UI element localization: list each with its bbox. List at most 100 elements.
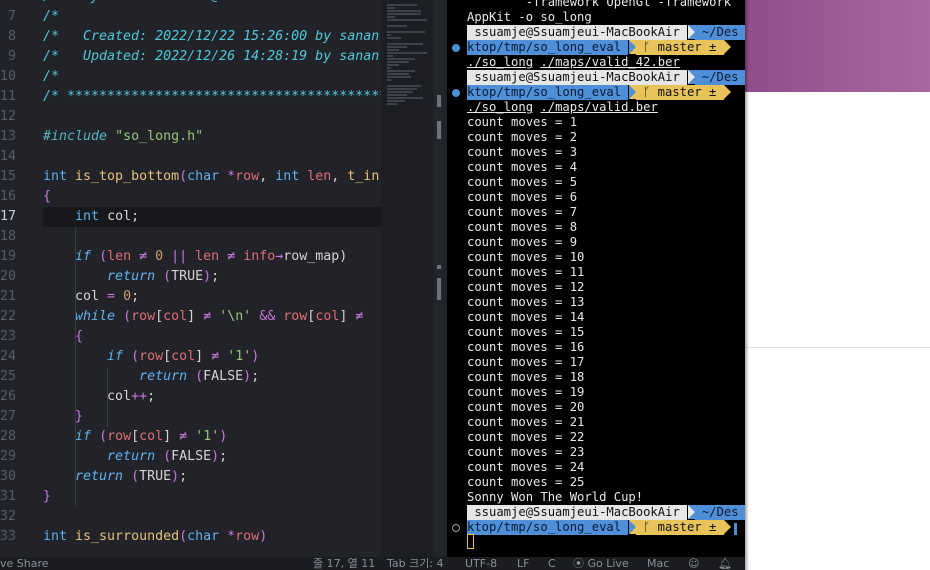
code-line[interactable]: 15 int is_top_bottom(char *row, int len, … [0, 167, 447, 187]
code-line[interactable]: 32 [0, 507, 447, 527]
line-code: /* [43, 7, 59, 27]
bell-icon[interactable]: 🔔︎ [718, 557, 732, 570]
code-token: int [43, 169, 76, 184]
prompt-directory-continued: ktop/tmp/so_long_eval [467, 40, 629, 55]
language-mode[interactable]: C [548, 557, 556, 570]
command-status-dot-icon[interactable] [452, 44, 460, 52]
code-token: #include [43, 129, 116, 144]
command-status-dot-icon[interactable] [452, 524, 460, 532]
encoding[interactable]: UTF-8 [465, 557, 497, 570]
line-number: 15 [0, 169, 17, 184]
go-live-button[interactable]: ⦿ Go Live [573, 557, 629, 570]
code-line[interactable]: 22 while (row[col] ≠ '\n' && row[col] ≠ [0, 307, 447, 327]
terminal-command-line: ./so_long ./maps/valid_42.ber [467, 55, 680, 70]
platform-label[interactable]: Mac [647, 557, 669, 570]
line-number: 17 [0, 209, 17, 224]
code-token: ( [99, 249, 108, 264]
command-status-dot-icon[interactable] [452, 89, 460, 97]
code-token: if [75, 429, 100, 444]
code-token: ; [251, 369, 260, 384]
terminal-output-line: count moves = 2 [467, 130, 578, 144]
code-token: char [187, 529, 228, 544]
line-code: /* Updated: 2022/12/26 14:28:19 by sanan [43, 47, 379, 67]
line-code: return (TRUE); [43, 267, 219, 287]
end-of-line[interactable]: LF [517, 557, 529, 570]
terminal-output-line: count moves = 13 [467, 295, 585, 309]
code-line[interactable]: 26 col++; [0, 387, 447, 407]
divider [745, 347, 930, 348]
code-token: char [187, 169, 228, 184]
code-line[interactable]: 23 { [0, 327, 447, 347]
code-line[interactable]: 14 [0, 147, 447, 167]
prompt-separator-icon [687, 505, 695, 519]
code-token: ] [195, 349, 212, 364]
terminal-output-line: AppKit -o so_long [467, 10, 592, 24]
code-line[interactable]: 25 return (FALSE); [0, 367, 447, 387]
code-token: if [75, 249, 100, 264]
code-line[interactable]: 31} [0, 487, 447, 507]
terminal-output-line: count moves = 25 [467, 475, 585, 489]
code-line[interactable]: 20 return (TRUE); [0, 267, 447, 287]
code-line[interactable]: 29 return (FALSE); [0, 447, 447, 467]
editor-scrollbar[interactable] [435, 0, 443, 557]
line-code: /* *************************************… [43, 87, 403, 107]
editor-minimap[interactable] [381, 0, 433, 557]
terminal-output-line: count moves = 11 [467, 265, 585, 279]
code-line[interactable]: 30 return (TRUE); [0, 467, 447, 487]
code-line[interactable]: 9 /* Updated: 2022/12/26 14:28:19 by sana… [0, 47, 447, 67]
code-line[interactable]: 11 /* ***********************************… [0, 87, 447, 107]
line-code: } [43, 487, 51, 507]
prompt-git-branch: ᚴ master ± [635, 520, 724, 535]
code-token: ( [131, 349, 140, 364]
code-line[interactable]: 13 #include "so_long.h" [0, 127, 447, 147]
live-share-button[interactable]: ve Share [0, 557, 49, 570]
code-token: is_top_bottom [75, 169, 180, 184]
code-line[interactable]: 7 /* [0, 7, 447, 27]
terminal-output-line: count moves = 7 [467, 205, 578, 219]
code-editor[interactable]: 6 /* By: sanan <sanan@student.42seoul.kr>… [0, 0, 447, 557]
line-code: /* By: sanan <sanan@student.42seoul.kr> [43, 0, 371, 7]
terminal-output-line: count moves = 19 [467, 385, 585, 399]
prompt-user-host: ssuamje@Ssuamjeui-MacBookAir [467, 70, 688, 85]
code-line[interactable]: 21 col = 0; [0, 287, 447, 307]
line-number: 31 [0, 489, 17, 504]
code-token: ( [195, 369, 204, 384]
code-token: int [75, 209, 108, 224]
tab-size[interactable]: Tab 크기: 4 [387, 557, 444, 570]
line-number: 8 [7, 29, 16, 44]
code-line[interactable]: 28 if (row[col] ≠ '1') [0, 427, 447, 447]
code-line[interactable]: 33 int is_surrounded(char *row) [0, 527, 447, 547]
code-token: , [331, 169, 348, 184]
scroll-thumb[interactable] [437, 278, 441, 300]
code-line[interactable]: 10 /* [0, 67, 447, 87]
code-token: ( [163, 449, 172, 464]
prompt-separator-icon [628, 520, 636, 534]
minimap-line [387, 46, 407, 48]
code-line[interactable]: 8 /* Created: 2022/12/22 15:26:00 by sana… [0, 27, 447, 47]
code-token: ) [203, 269, 212, 284]
code-token: , [259, 169, 276, 184]
code-line[interactable]: 6 /* By: sanan <sanan@student.42seoul.kr> [0, 0, 447, 7]
code-token: return [139, 369, 196, 384]
terminal-output-line: count moves = 21 [467, 415, 585, 429]
cursor-position[interactable]: 줄 17, 열 11 [313, 557, 375, 570]
feedback-icon[interactable]: ☺ [688, 557, 699, 570]
line-code: /* [43, 67, 59, 87]
code-line[interactable]: 19 if (len ≠ 0 || len ≠ info→row_map) [0, 247, 447, 267]
command-name: ./so_long [467, 55, 534, 69]
terminal-panel[interactable]: -framework OpenGl -framework AppKit -o so… [447, 0, 745, 557]
code-line[interactable]: 16 { [0, 187, 447, 207]
code-line[interactable]: 24 if (row[col] ≠ '1') [0, 347, 447, 367]
line-code: { [43, 327, 83, 347]
code-line[interactable]: 17 int col; [0, 207, 447, 227]
code-token: ≠ [227, 249, 244, 264]
code-token: ) [171, 469, 180, 484]
code-token: len [107, 249, 140, 264]
code-line[interactable]: 27 } [0, 407, 447, 427]
line-number: 25 [0, 369, 17, 384]
code-line[interactable]: 18 [0, 227, 447, 247]
code-line[interactable]: 12 [0, 107, 447, 127]
